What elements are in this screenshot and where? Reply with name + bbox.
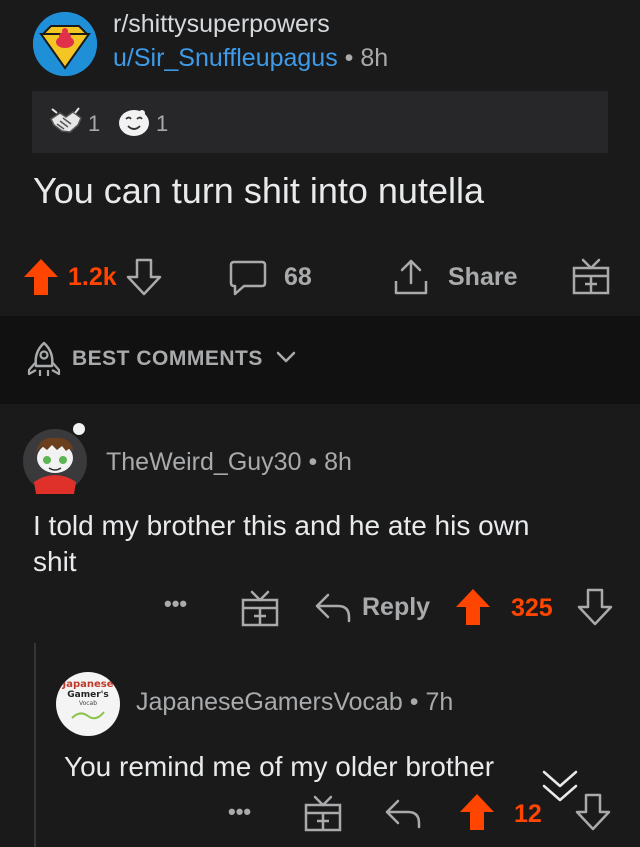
- rocket-icon: [27, 341, 61, 376]
- avatar-text: Gamer's: [67, 690, 109, 700]
- reply-arrow-icon: [315, 593, 351, 623]
- more-options-button[interactable]: •••: [228, 799, 251, 825]
- subreddit-avatar[interactable]: [33, 12, 97, 76]
- comment-time: 7h: [425, 688, 454, 716]
- award-count: 1: [156, 111, 169, 136]
- downvote-arrow-icon[interactable]: [574, 792, 612, 832]
- more-options-button[interactable]: •••: [164, 591, 187, 617]
- comment-author[interactable]: JapaneseGamersVocab: [136, 688, 403, 716]
- upvote-arrow-icon[interactable]: [22, 257, 60, 297]
- avatar-text: Japanese: [62, 679, 114, 690]
- awards-bar[interactable]: 1 1: [32, 91, 608, 153]
- share-button[interactable]: Share: [392, 255, 517, 299]
- upvote-arrow-icon[interactable]: [454, 587, 492, 627]
- comment-body: I told my brother this and he ate his ow…: [33, 508, 613, 580]
- post-score: 1.2k: [68, 262, 117, 291]
- award-count: 1: [88, 111, 101, 136]
- comments-button[interactable]: 68: [228, 255, 312, 299]
- comment-text-line: shit: [33, 546, 77, 577]
- subreddit-name[interactable]: r/shittysuperpowers: [113, 10, 330, 39]
- post-time: 8h: [360, 44, 389, 72]
- gift-award-icon[interactable]: [303, 793, 343, 833]
- post-meta: u/Sir_Snuffleupagus • 8h: [113, 44, 389, 72]
- comment-score: 325: [511, 594, 553, 622]
- post-title[interactable]: You can turn shit into nutella: [33, 170, 484, 212]
- comment-time: 8h: [324, 448, 352, 476]
- downvote-arrow-icon[interactable]: [576, 587, 614, 627]
- thread-line[interactable]: [34, 643, 36, 847]
- reply-arrow-icon[interactable]: [384, 795, 422, 831]
- japanese-gamers-vocab-avatar[interactable]: Japanese Gamer's Vocab: [56, 672, 120, 736]
- post-author[interactable]: u/Sir_Snuffleupagus: [113, 44, 338, 72]
- comment-bubble-icon: [229, 260, 267, 296]
- share-label: Share: [448, 262, 518, 291]
- vote-group: 1.2k: [22, 255, 163, 299]
- comment-meta: JapaneseGamersVocab • 7h: [136, 688, 454, 716]
- downvote-arrow-icon[interactable]: [125, 257, 163, 297]
- post-card: r/shittysuperpowers u/Sir_Snuffleupagus …: [0, 0, 640, 316]
- snoo-avatar[interactable]: [22, 418, 88, 494]
- wholesome-award-icon: [119, 110, 149, 136]
- share-icon: [394, 259, 428, 295]
- comment-count: 68: [284, 262, 312, 291]
- reply-button[interactable]: Reply: [314, 589, 430, 625]
- handshake-award-icon: [50, 107, 82, 133]
- comment-text-line: I told my brother this and he ate his ow…: [33, 510, 530, 541]
- superhero-emblem-icon: [33, 12, 97, 76]
- gift-award-icon[interactable]: [571, 256, 611, 296]
- comment-score: 12: [514, 800, 542, 828]
- sort-dropdown[interactable]: BEST COMMENTS: [72, 347, 297, 371]
- avatar-text: Vocab: [78, 700, 98, 707]
- gift-award-icon[interactable]: [240, 588, 280, 628]
- comment-author[interactable]: TheWeird_Guy30: [106, 448, 301, 476]
- reply-label: Reply: [362, 592, 431, 621]
- avatar-decoration: [71, 711, 105, 720]
- comment-meta: TheWeird_Guy30 • 8h: [106, 448, 352, 476]
- comment-body: You remind me of my older brother: [64, 751, 495, 782]
- chevron-down-icon: [276, 351, 296, 363]
- upvote-arrow-icon[interactable]: [458, 792, 496, 832]
- sort-label: BEST COMMENTS: [72, 347, 263, 370]
